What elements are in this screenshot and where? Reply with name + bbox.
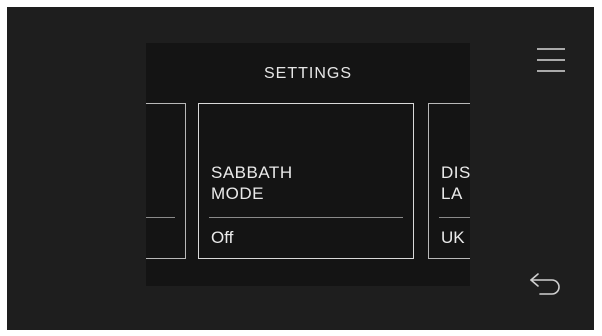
card-label: DIS LA [441, 163, 470, 203]
back-arrow-icon[interactable] [528, 270, 564, 298]
card-value: UK [441, 228, 465, 247]
card-label: SABBATH MODE [211, 163, 293, 203]
card-value: Off [211, 228, 234, 247]
hamburger-menu-icon[interactable] [537, 47, 565, 73]
page-title: SETTINGS [263, 65, 352, 82]
card-divider [146, 217, 175, 218]
card-divider [439, 217, 470, 218]
settings-panel: SETTINGS SABBATH MODE Off DIS LA UK [146, 43, 470, 286]
device-screen: SETTINGS SABBATH MODE Off DIS LA UK [7, 7, 594, 330]
card-divider [209, 217, 403, 218]
setting-card-previous[interactable] [146, 103, 186, 259]
setting-card-sabbath-mode[interactable]: SABBATH MODE Off [198, 103, 414, 259]
setting-card-display-language[interactable]: DIS LA UK [428, 103, 470, 259]
